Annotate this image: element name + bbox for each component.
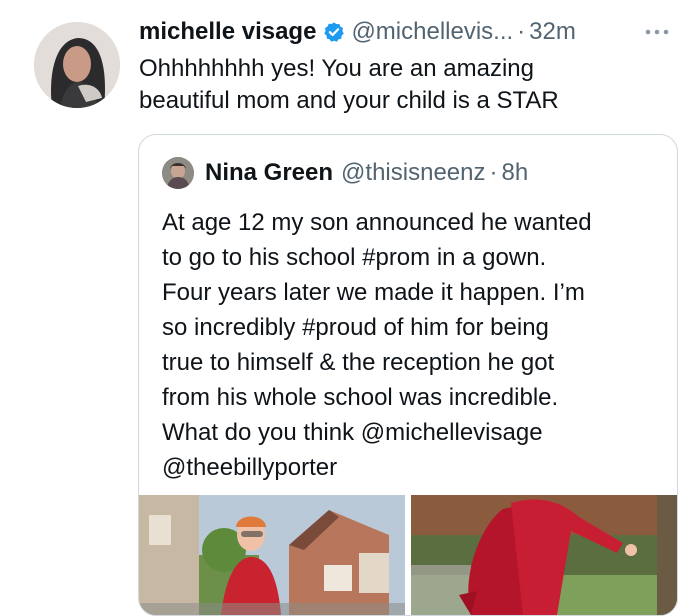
quoted-text-line: to go to his school #prom in a gown. <box>162 244 547 271</box>
tweet[interactable]: michelle visage @michellevis... · 32m Oh… <box>0 0 700 616</box>
more-options-button[interactable] <box>640 20 674 44</box>
quoted-author-avatar-image <box>162 157 194 189</box>
prom-photo-left <box>139 495 405 615</box>
quoted-text-line: @theebillyporter <box>162 454 338 481</box>
more-horizontal-icon <box>645 29 669 35</box>
quoted-text-line: What do you think @michellevisage <box>162 419 543 446</box>
quoted-tweet-header: Nina Green @thisisneenz · 8h <box>205 157 528 189</box>
verified-badge-icon <box>323 21 345 43</box>
tweet-text-line: beautiful mom and your child is a STAR <box>139 87 559 114</box>
media-photo-2[interactable] <box>411 495 677 615</box>
tweet-text: Ohhhhhhhh yes! You are an amazing beauti… <box>139 53 679 117</box>
timestamp[interactable]: 32m <box>529 15 576 49</box>
tweet-text-line: Ohhhhhhhh yes! You are an amazing <box>139 55 534 82</box>
quoted-text-line: At age 12 my son announced he wanted <box>162 209 592 236</box>
quoted-media-grid <box>139 495 677 615</box>
quoted-author-name[interactable]: Nina Green <box>205 157 333 189</box>
quoted-timestamp[interactable]: 8h <box>501 157 528 189</box>
quoted-author-avatar[interactable] <box>162 157 194 189</box>
quoted-tweet-text: At age 12 my son announced he wanted to … <box>162 205 662 485</box>
quoted-text-line: from his whole school was incredible. <box>162 384 559 411</box>
author-handle[interactable]: @michellevis... <box>351 15 513 49</box>
author-name[interactable]: michelle visage <box>139 15 316 49</box>
author-avatar[interactable] <box>34 22 120 108</box>
separator-dot: · <box>489 159 498 186</box>
prom-photo-right <box>411 495 677 615</box>
media-photo-1[interactable] <box>139 495 405 615</box>
quoted-tweet[interactable]: Nina Green @thisisneenz · 8h At age 12 m… <box>138 134 678 616</box>
quoted-author-handle[interactable]: @thisisneenz <box>341 157 485 189</box>
quoted-text-line: so incredibly #proud of him for being <box>162 314 549 341</box>
author-avatar-image <box>34 22 120 108</box>
quoted-text-line: true to himself & the reception he got <box>162 349 555 376</box>
tweet-header: michelle visage @michellevis... · 32m <box>139 15 576 49</box>
quoted-text-line: Four years later we made it happen. I’m <box>162 279 585 306</box>
separator-dot: · <box>517 18 526 45</box>
